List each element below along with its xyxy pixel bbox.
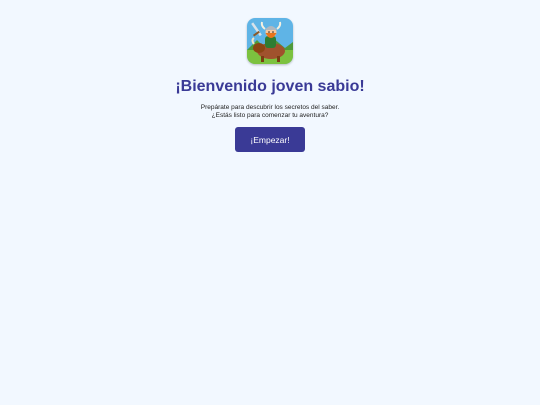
start-button[interactable]: ¡Empezar! [235, 127, 305, 152]
welcome-subtitle: Prepárate para descubrir los secretos de… [201, 104, 339, 120]
welcome-subtitle-line-1: Prepárate para descubrir los secretos de… [200, 104, 340, 111]
welcome-subtitle-line-2: ¿Estás listo para comenzar tu aventura? [211, 112, 329, 119]
welcome-screen: ¡Bienvenido joven sabio! Prepárate para … [0, 18, 540, 152]
viking-riding-bull-logo-icon [247, 18, 293, 64]
welcome-title: ¡Bienvenido joven sabio! [175, 78, 365, 95]
